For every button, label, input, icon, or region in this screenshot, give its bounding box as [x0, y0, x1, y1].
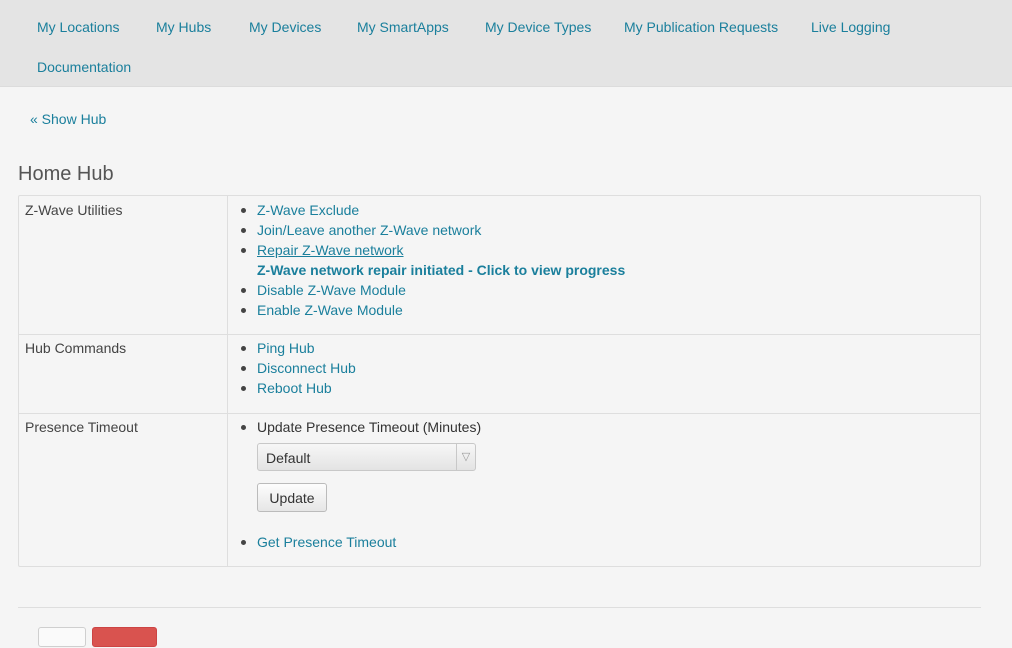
- presence-timeout-row: Presence Timeout Update Presence Timeout…: [19, 413, 980, 566]
- nav-my-device-types[interactable]: My Device Types: [485, 19, 591, 35]
- disconnect-hub-link[interactable]: Disconnect Hub: [241, 360, 356, 376]
- hub-commands-label: Hub Commands: [25, 340, 127, 356]
- zwave-enable-module-link[interactable]: Enable Z-Wave Module: [241, 302, 403, 318]
- bullet: [241, 425, 246, 430]
- zwave-repair-link[interactable]: Repair Z-Wave network: [241, 242, 404, 258]
- zwave-repair-progress-link[interactable]: Z-Wave network repair initiated - Click …: [257, 262, 625, 278]
- bullet: [241, 288, 246, 293]
- hub-utilities-table: Z-Wave Utilities Z-Wave Exclude Join/Lea…: [18, 195, 981, 567]
- nav-my-publication-requests[interactable]: My Publication Requests: [624, 19, 778, 35]
- nav-live-logging[interactable]: Live Logging: [811, 19, 890, 35]
- bullet: [241, 386, 246, 391]
- presence-timeout-label: Presence Timeout: [25, 419, 138, 435]
- bullet: [241, 540, 246, 545]
- zwave-join-leave-link[interactable]: Join/Leave another Z-Wave network: [241, 222, 481, 238]
- nav-my-smartapps[interactable]: My SmartApps: [357, 19, 449, 35]
- bullet: [241, 308, 246, 313]
- select-value: Default: [266, 450, 311, 466]
- zwave-utilities-row: Z-Wave Utilities Z-Wave Exclude Join/Lea…: [19, 196, 980, 335]
- zwave-utilities-label: Z-Wave Utilities: [25, 202, 123, 218]
- nav-my-devices[interactable]: My Devices: [249, 19, 321, 35]
- nav-my-hubs[interactable]: My Hubs: [156, 19, 211, 35]
- bullet: [241, 248, 246, 253]
- page-title: Home Hub: [18, 163, 114, 185]
- bullet: [241, 346, 246, 351]
- bullet: [241, 208, 246, 213]
- hub-commands-row: Hub Commands Ping Hub Disconnect Hub Reb…: [19, 334, 980, 414]
- chevron-down-icon: ▽: [456, 444, 475, 470]
- top-navigation: My Locations My Hubs My Devices My Smart…: [0, 0, 1012, 87]
- bullet: [241, 228, 246, 233]
- nav-my-locations[interactable]: My Locations: [37, 19, 119, 35]
- edit-button[interactable]: [38, 627, 86, 647]
- show-hub-link[interactable]: « Show Hub: [30, 111, 106, 127]
- update-button[interactable]: Update: [257, 483, 327, 512]
- zwave-disable-module-link[interactable]: Disable Z-Wave Module: [241, 282, 406, 298]
- bottom-actions-panel: [18, 607, 981, 648]
- ping-hub-link[interactable]: Ping Hub: [241, 340, 315, 356]
- get-presence-timeout-link[interactable]: Get Presence Timeout: [241, 534, 396, 550]
- zwave-exclude-link[interactable]: Z-Wave Exclude: [241, 202, 359, 218]
- bullet: [241, 366, 246, 371]
- reboot-hub-link[interactable]: Reboot Hub: [241, 380, 332, 396]
- nav-documentation[interactable]: Documentation: [37, 59, 131, 75]
- presence-timeout-select[interactable]: Default ▽: [257, 443, 476, 471]
- update-presence-timeout-label: Update Presence Timeout (Minutes): [241, 419, 481, 435]
- delete-button[interactable]: [92, 627, 157, 647]
